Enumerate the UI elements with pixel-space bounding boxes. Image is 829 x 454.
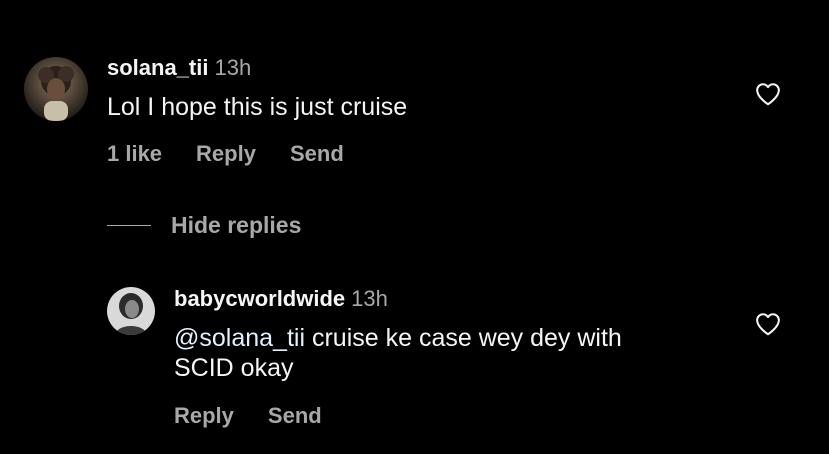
username[interactable]: babycworldwide bbox=[174, 286, 345, 311]
reply-comment: babycworldwide 13h @solana_tii cruise ke … bbox=[0, 270, 829, 454]
username[interactable]: solana_tii bbox=[107, 55, 208, 80]
hide-replies-button[interactable]: Hide replies bbox=[107, 214, 301, 237]
comment-actions: Reply Send bbox=[174, 405, 322, 427]
comment-text-segment: cruise ke case wey dey with bbox=[305, 324, 622, 352]
comment-text-line: SCID okay bbox=[174, 354, 294, 382]
like-button[interactable] bbox=[755, 82, 781, 106]
heart-outline-icon bbox=[756, 83, 780, 106]
send-button[interactable]: Send bbox=[268, 405, 322, 427]
like-button[interactable] bbox=[755, 312, 781, 336]
divider-line bbox=[107, 225, 151, 226]
mention-link[interactable]: @solana_tii bbox=[174, 324, 305, 352]
comment-text-line: @solana_tii cruise ke case wey dey with bbox=[174, 323, 734, 353]
avatar[interactable] bbox=[24, 57, 88, 121]
comment-actions: 1 like Reply Send bbox=[107, 143, 344, 165]
avatar[interactable] bbox=[107, 287, 155, 335]
reply-button[interactable]: Reply bbox=[174, 405, 234, 427]
timestamp: 13h bbox=[351, 286, 388, 311]
likes-count[interactable]: 1 like bbox=[107, 143, 162, 165]
reply-button[interactable]: Reply bbox=[196, 143, 256, 165]
comment-text: @solana_tii cruise ke case wey dey with … bbox=[174, 323, 734, 383]
heart-outline-icon bbox=[756, 313, 780, 336]
comment-text: Lol I hope this is just cruise bbox=[107, 93, 408, 121]
comment-header: solana_tii 13h bbox=[107, 57, 251, 79]
hide-replies-label: Hide replies bbox=[171, 212, 302, 238]
send-button[interactable]: Send bbox=[290, 143, 344, 165]
comment: solana_tii 13h Lol I hope this is just cr… bbox=[0, 0, 829, 200]
comment-header: babycworldwide 13h bbox=[174, 288, 388, 310]
timestamp: 13h bbox=[214, 55, 252, 80]
